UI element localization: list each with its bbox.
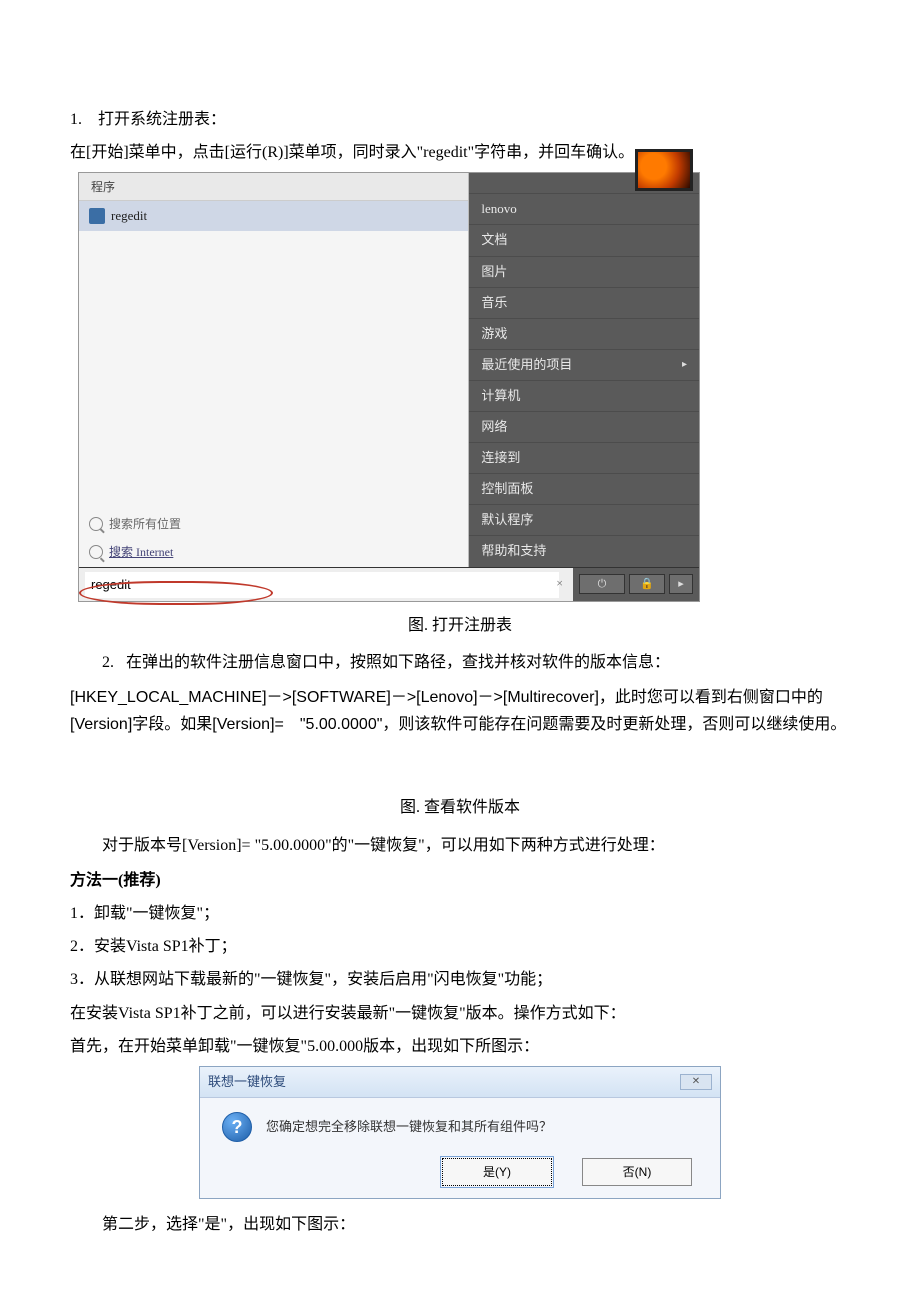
step1-number: 1. [70,111,82,128]
sidebar-label: lenovo [481,198,516,220]
startmenu-spacer [79,231,468,510]
power-button[interactable]: ⏻ [579,574,625,594]
search-icon [89,545,103,559]
search-all-label: 搜索所有位置 [109,514,181,534]
method1-step1: 1．卸载"一键恢复"； [70,900,850,927]
method1-note2: 首先，在开始菜单卸载"一键恢复"5.00.000版本，出现如下所图示： [70,1033,850,1060]
power-menu-button[interactable]: ▸ [669,574,693,594]
method1-note1: 在安装Vista SP1补丁之前，可以进行安装最新"一键恢复"版本。操作方式如下… [70,1000,850,1027]
startmenu-body: 程序 regedit 搜索所有位置 搜索 Internet [79,173,699,566]
close-button[interactable]: ✕ [680,1074,712,1090]
sidebar-item-connect[interactable]: 连接到 [469,442,699,473]
step2-line: 2. 在弹出的软件注册信息窗口中，按照如下路径，查找并核对软件的版本信息： [70,649,850,676]
sidebar-label: 文档 [481,229,507,251]
sidebar-label: 网络 [481,416,507,438]
yes-button[interactable]: 是(Y) [442,1158,552,1186]
figure-caption-2: 图. 查看软件版本 [70,794,850,821]
startmenu-right-panel: lenovo 文档 图片 音乐 游戏 最近使用的项目 ▸ 计算机 网络 连接到 … [469,173,699,566]
dialog-message: 您确定想完全移除联想一键恢复和其所有组件吗？ [266,1116,552,1138]
uninstall-dialog-screenshot: 联想一键恢复 ✕ ? 您确定想完全移除联想一键恢复和其所有组件吗？ 是(Y) 否… [199,1066,721,1199]
sidebar-item-music[interactable]: 音乐 [469,287,699,318]
power-button-row: ⏻ 🔒 ▸ [573,571,699,597]
dialog-title-text: 联想一键恢复 [208,1071,286,1093]
sidebar-item-default-programs[interactable]: 默认程序 [469,504,699,535]
search-input[interactable]: regedit [85,572,559,598]
no-button[interactable]: 否(N) [582,1158,692,1186]
sidebar-item-control-panel[interactable]: 控制面板 [469,473,699,504]
sidebar-item-pictures[interactable]: 图片 [469,256,699,287]
avatar-row [469,173,699,193]
version-note: 对于版本号[Version]= "5.00.0000"的"一键恢复"，可以用如下… [70,832,850,859]
lock-icon: 🔒 [640,575,654,594]
sidebar-item-computer[interactable]: 计算机 [469,380,699,411]
step1-line: 1. 打开系统注册表： [70,106,850,133]
sidebar-label: 游戏 [481,323,507,345]
search-internet-label: 搜索 Internet [109,542,173,562]
sidebar-item-recent[interactable]: 最近使用的项目 ▸ [469,349,699,380]
method1-step3: 3．从联想网站下载最新的"一键恢复"，安装后启用"闪电恢复"功能； [70,966,850,993]
startmenu-left-panel: 程序 regedit 搜索所有位置 搜索 Internet [79,173,469,566]
sidebar-label: 帮助和支持 [481,540,546,562]
sidebar-label: 连接到 [481,447,520,469]
sidebar-label: 默认程序 [481,509,533,531]
clear-icon[interactable]: × [556,573,563,593]
sidebar-item-help[interactable]: 帮助和支持 [469,535,699,566]
sidebar-label: 图片 [481,261,507,283]
step1-desc: 在[开始]菜单中，点击[运行(R)]菜单项，同时录入"regedit"字符串，并… [70,139,850,166]
close-icon: ✕ [692,1073,700,1090]
dialog-titlebar: 联想一键恢复 ✕ [200,1067,720,1098]
dialog-body: ? 您确定想完全移除联想一键恢复和其所有组件吗？ [200,1098,720,1152]
program-item-regedit[interactable]: regedit [79,201,468,231]
registry-path-text: [HKEY_LOCAL_MACHINE]－>[SOFTWARE]－>[Lenov… [70,684,850,738]
power-icon: ⏻ [598,575,607,594]
step2-number: 2. [102,654,114,671]
search-internet-row[interactable]: 搜索 Internet [79,538,468,566]
dialog-button-row: 是(Y) 否(N) [200,1152,720,1198]
startmenu-screenshot: 程序 regedit 搜索所有位置 搜索 Internet [78,172,700,601]
startmenu-bottom: regedit × ⏻ 🔒 ▸ [79,567,699,601]
submenu-arrow-icon: ▸ [682,356,687,373]
figure-caption-1: 图. 打开注册表 [70,612,850,639]
sidebar-item-network[interactable]: 网络 [469,411,699,442]
question-icon: ? [222,1112,252,1142]
chevron-right-icon: ▸ [678,575,684,594]
question-glyph: ? [232,1112,243,1143]
sidebar-item-lenovo[interactable]: lenovo [469,193,699,224]
sidebar-label: 最近使用的项目 [481,354,572,376]
sidebar-label: 控制面板 [481,478,533,500]
method1-step2: 2．安装Vista SP1补丁； [70,933,850,960]
sidebar-label: 计算机 [481,385,520,407]
regedit-icon [89,208,105,224]
user-avatar [635,149,693,191]
step1-title: 打开系统注册表： [98,111,226,128]
lock-button[interactable]: 🔒 [629,574,665,594]
method1-title: 方法一(推荐) [70,867,850,894]
search-icon [89,517,103,531]
program-item-label: regedit [111,205,147,227]
step2-after-dialog: 第二步，选择"是"，出现如下图示： [70,1211,850,1238]
search-input-wrap: regedit × [79,568,573,601]
programs-header: 程序 [79,173,468,200]
sidebar-label: 音乐 [481,292,507,314]
blank-spacer [70,744,850,784]
document-page: 1. 打开系统注册表： 在[开始]菜单中，点击[运行(R)]菜单项，同时录入"r… [0,0,920,1305]
step2-desc: 在弹出的软件注册信息窗口中，按照如下路径，查找并核对软件的版本信息： [126,654,670,671]
sidebar-item-documents[interactable]: 文档 [469,224,699,255]
sidebar-item-games[interactable]: 游戏 [469,318,699,349]
search-all-row[interactable]: 搜索所有位置 [79,510,468,538]
